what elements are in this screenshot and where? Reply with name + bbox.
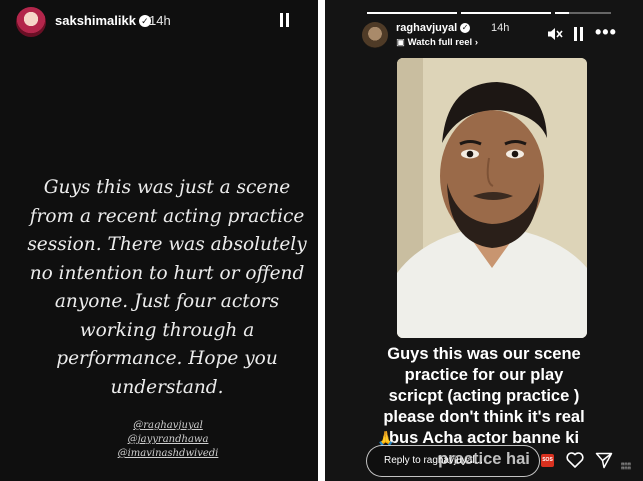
sos-sticker-icon: SOS <box>541 454 554 467</box>
heart-icon[interactable] <box>566 452 584 468</box>
timestamp: 14h <box>491 22 510 34</box>
audio-muted-icon[interactable] <box>547 27 563 41</box>
panel-divider <box>318 0 325 481</box>
timestamp: 14h <box>149 13 171 28</box>
story-progress-bar <box>367 12 457 14</box>
story-progress-bar <box>555 12 611 14</box>
story-header-user[interactable]: raghavjuyal ✓ <box>396 22 471 34</box>
reel-video[interactable] <box>397 58 587 338</box>
watch-reel-label: Watch full reel <box>407 37 473 48</box>
username[interactable]: sakshimalikk <box>55 13 136 28</box>
verified-badge-icon: ✓ <box>460 23 471 33</box>
profile-avatar[interactable] <box>16 7 46 37</box>
username[interactable]: raghavjuyal <box>396 22 457 34</box>
story-header-user[interactable]: sakshimalikk ✓ <box>55 13 151 28</box>
mention-list: @raghavjuyal @jayyrandhawa @imavinashdwi… <box>100 419 236 461</box>
chevron-right-icon: › <box>474 37 479 48</box>
mention-tag[interactable]: @jayyrandhawa <box>100 433 236 447</box>
story-panel-left: sakshimalikk ✓ 14h Guys this was just a s… <box>0 0 318 481</box>
send-icon[interactable] <box>595 452 613 469</box>
profile-avatar[interactable] <box>362 22 388 48</box>
more-options-icon[interactable]: ••• <box>595 23 617 41</box>
pause-icon[interactable] <box>573 27 583 41</box>
watermark-logo: ▤▤▤ ▤▤▤ <box>621 462 631 470</box>
video-frame-person <box>397 58 587 338</box>
watch-full-reel-link[interactable]: ▣ Watch full reel › <box>396 37 478 48</box>
mention-tag[interactable]: @imavinashdwivedi <box>100 447 236 461</box>
reel-icon: ▣ <box>396 37 405 48</box>
reply-placeholder: Reply to raghavjuyal... <box>384 455 483 466</box>
story-progress-bar <box>461 12 551 14</box>
reply-input[interactable]: Reply to raghavjuyal... <box>366 445 540 477</box>
story-statement-text: Guys this was just a scene from a recent… <box>27 177 307 398</box>
mention-tag[interactable]: @raghavjuyal <box>100 419 236 433</box>
pause-icon[interactable] <box>279 13 289 27</box>
story-panel-right: raghavjuyal ✓ 14h ▣ Watch full reel › ••• <box>325 0 643 481</box>
